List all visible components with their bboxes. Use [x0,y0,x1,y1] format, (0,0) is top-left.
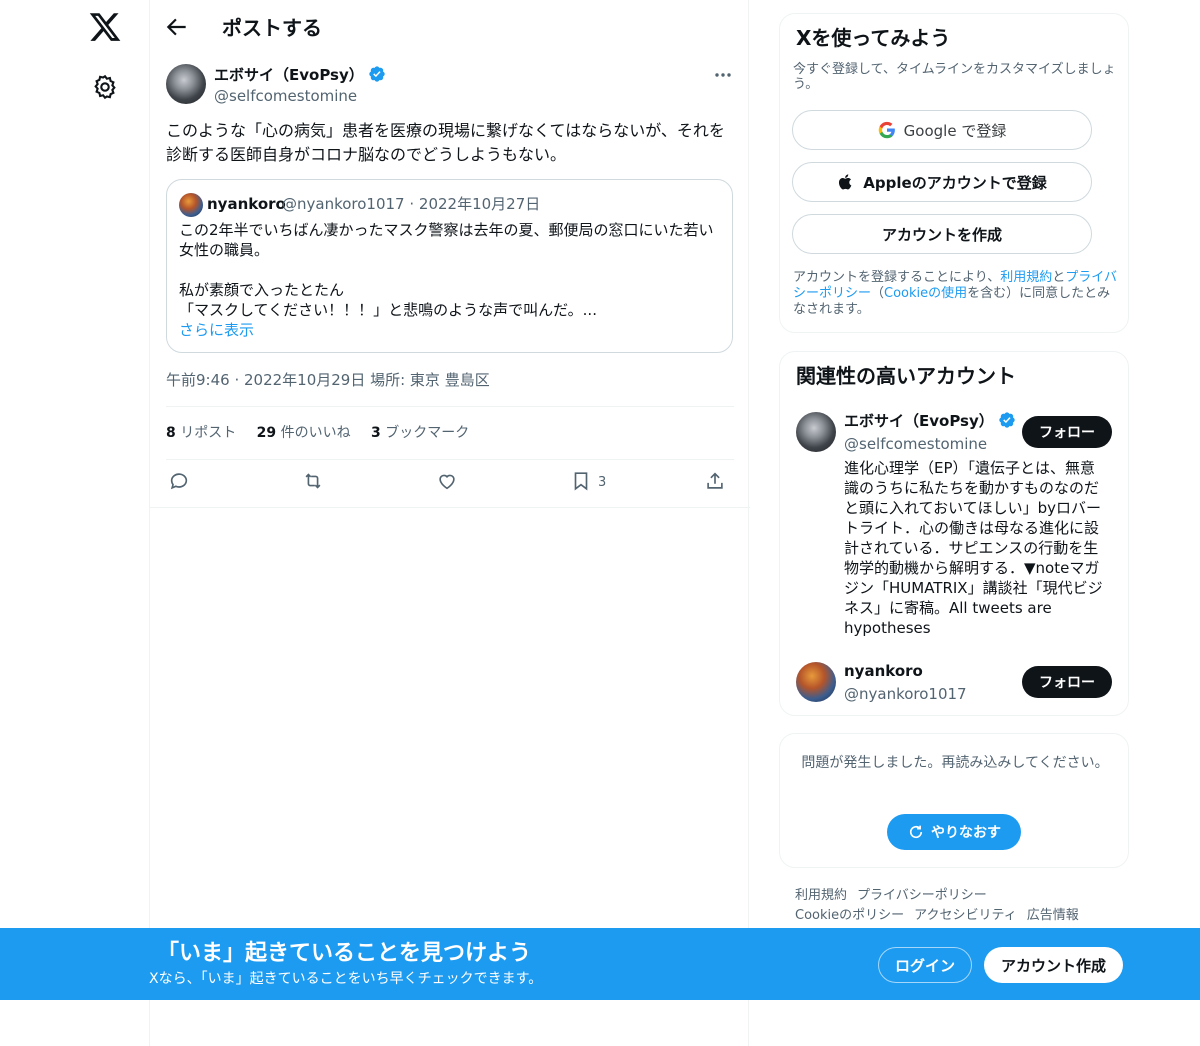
related-accounts-title: 関連性の高いアカウント [796,364,1016,388]
quote-author-name: nyankoro [207,195,286,213]
quote-author-meta: @nyankoro1017 · 2022年10月27日 [282,195,541,213]
likes-label: 件のいいね [280,425,351,441]
google-signup-button[interactable]: Google で登録 [792,110,1092,150]
post-author-name[interactable]: エボサイ（EvoPsy） [214,64,386,86]
signup-subtitle: 今すぐ登録して、タイムラインをカスタマイズしましょう。 [793,62,1116,92]
divider [150,507,750,508]
cookie-use-link[interactable]: Cookieの使用 [884,286,967,301]
error-message: 問題が発生しました。再読み込みしてください。 [801,755,1109,771]
banner-signup-button[interactable]: アカウント作成 [984,947,1123,983]
retry-button[interactable]: やりなおす [887,814,1021,850]
signup-legal-text: アカウントを登録することにより、利用規約とプライバシーポリシー（Cookieの使… [793,270,1123,318]
footer-link-terms[interactable]: 利用規約 [795,888,847,903]
bookmarks-count: 3 [371,425,381,441]
reposts-stat[interactable]: 8 リポスト [166,425,236,441]
more-options-icon[interactable] [710,64,736,86]
legal-paren: （ [871,286,885,301]
share-icon[interactable] [704,470,734,498]
related-account-bio: 進化心理学（EP）「遺伝子とは、無意識のうちに私たちを動かすものなのだと頭に入れ… [844,459,1103,637]
terms-link[interactable]: 利用規約 [1000,270,1052,285]
footer-link-privacy[interactable]: プライバシーポリシー [857,888,987,903]
reply-icon[interactable] [168,470,198,498]
main-column: ポストする エボサイ（EvoPsy） @selfcomestomine このよう… [149,0,750,1046]
related-account-handle[interactable]: @nyankoro1017 [844,683,967,705]
follow-button[interactable]: フォロー [1022,666,1112,698]
footer-link-ads[interactable]: 広告情報 [1027,908,1079,923]
error-card: 問題が発生しました。再読み込みしてください。 やりなおす [779,733,1129,868]
post-author-name-text[interactable]: エボサイ（EvoPsy） [214,66,364,84]
like-heart-icon[interactable] [436,470,466,498]
apple-signup-button[interactable]: Appleのアカウントで登録 [792,162,1092,202]
divider [166,459,734,460]
apple-signup-label: Appleのアカウントで登録 [863,173,1047,192]
settings-gear-icon[interactable] [91,73,119,101]
page-title: ポストする [222,16,322,40]
bookmark-icon[interactable]: 3 [570,470,610,498]
google-g-icon [878,121,895,139]
login-button[interactable]: ログイン [878,947,972,983]
reposts-label: リポスト [180,425,237,441]
post-text: このような「心の病気」患者を医療の現場に繋げなくてはならないが、それを診断する医… [166,121,725,164]
retry-label: やりなおす [931,825,1001,841]
back-arrow-icon[interactable] [164,14,190,40]
footer-links: 利用規約 プライバシーポリシー Cookieのポリシー アクセシビリティ 広告情報 [795,886,1115,926]
legal-prefix: アカウントを登録することにより、 [793,270,1001,285]
related-account-name-text[interactable]: エボサイ（EvoPsy） [844,412,994,430]
apple-logo-icon [839,174,852,190]
related-account-name[interactable]: エボサイ（EvoPsy） [844,410,1016,432]
create-account-label: アカウントを作成 [881,225,1002,244]
repost-icon[interactable] [302,470,332,498]
footer-link-accessibility[interactable]: アクセシビリティ [914,908,1017,923]
follow-button[interactable]: フォロー [1022,416,1112,448]
related-account-name[interactable]: nyankoro [844,660,923,682]
verified-badge-icon [369,66,385,82]
likes-stat[interactable]: 29 件のいいね [257,425,351,441]
banner-subtitle: Xなら、「いま」起きていることをいち早くチェックできます。 [149,971,543,987]
likes-count: 29 [256,425,277,441]
post-author-avatar[interactable] [166,64,206,104]
footer-link-cookie[interactable]: Cookieのポリシー [795,908,904,923]
bookmark-action-count: 3 [598,475,607,490]
divider [166,406,734,407]
legal-and: と [1052,270,1066,285]
post-author-handle[interactable]: @selfcomestomine [214,86,357,106]
x-logo-icon[interactable] [88,10,122,44]
bookmarks-stat[interactable]: 3 ブックマーク [371,425,469,441]
show-more-link[interactable]: さらに表示 [179,320,254,340]
refresh-icon [909,825,923,839]
reposts-count: 8 [166,425,176,441]
quote-text: この2年半でいちばん凄かったマスク警察は去年の夏、郵便局の窓口にいた若い女性の職… [179,221,714,319]
signup-title: Xを使ってみよう [796,26,951,50]
post-stats: 8 リポスト 29 件のいいね 3 ブックマーク [166,423,485,443]
related-account-avatar[interactable] [796,412,836,452]
create-account-button[interactable]: アカウントを作成 [792,214,1092,254]
quoted-post[interactable]: nyankoro @nyankoro1017 · 2022年10月27日 この2… [166,179,733,353]
related-accounts-card: 関連性の高いアカウント エボサイ（EvoPsy） @selfcomestomin… [779,351,1129,716]
banner-title: 「いま」起きていることを見つけよう [157,941,532,966]
related-account-handle[interactable]: @selfcomestomine [844,433,987,455]
signup-banner: 「いま」起きていることを見つけよう Xなら、「いま」起きていることをいち早くチェ… [0,928,1200,1000]
bookmarks-label: ブックマーク [385,425,470,441]
signup-card: Xを使ってみよう 今すぐ登録して、タイムラインをカスタマイズしましょう。 Goo… [779,13,1129,333]
quote-author-avatar [179,193,203,217]
post-timestamp[interactable]: 午前9:46 · 2022年10月29日 場所: 東京 豊島区 [166,369,490,391]
related-account-avatar[interactable] [796,662,836,702]
google-signup-label: Google で登録 [903,121,1007,140]
verified-badge-icon [999,412,1015,428]
